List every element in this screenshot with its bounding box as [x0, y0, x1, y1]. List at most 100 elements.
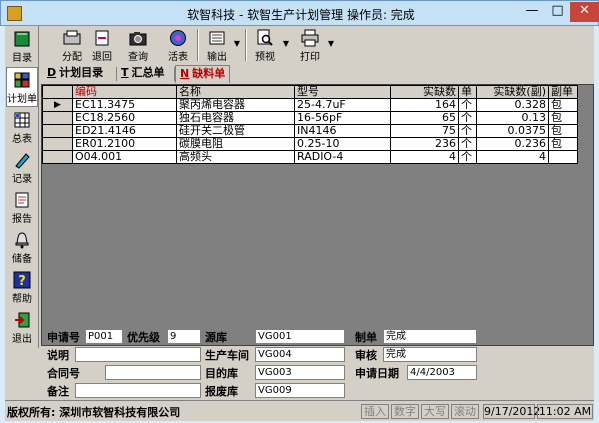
cell-code[interactable]: ER01.2100	[72, 137, 177, 151]
cell-name[interactable]: 碳膜电阻	[176, 137, 295, 151]
column-header-shortage[interactable]: 实缺数	[390, 85, 459, 99]
cell-unit[interactable]: 个	[458, 150, 477, 164]
nav-plan[interactable]: 计划单	[6, 67, 38, 107]
cell-model[interactable]: 16-56pF	[294, 111, 391, 125]
cell-shortage-secondary[interactable]: 0.13	[476, 111, 549, 125]
export-dropdown-icon[interactable]: ▼	[232, 30, 242, 58]
auditor-field[interactable]: 完成	[383, 347, 477, 362]
table-row[interactable]: O04.001 高频头 RADIO-4 4 个 4	[42, 150, 578, 164]
cell-unit[interactable]: 个	[458, 98, 477, 112]
cell-model[interactable]: 0.25-10	[294, 137, 391, 151]
svg-text:?: ?	[18, 274, 26, 289]
cell-shortage-secondary[interactable]: 0.236	[476, 137, 549, 151]
table-row[interactable]: EC18.2560 独石电容器 16-56pF 65 个 0.13 包	[42, 111, 578, 125]
minimize-button[interactable]: —	[519, 2, 545, 22]
cell-name[interactable]: 硅开关二极管	[176, 124, 295, 138]
cell-unit[interactable]: 个	[458, 111, 477, 125]
export-button[interactable]: 输出	[203, 28, 231, 63]
cell-secondary-unit[interactable]: 包	[548, 111, 578, 125]
tab-summary-key: T	[121, 66, 129, 79]
activate-button[interactable]: 活表	[164, 28, 192, 63]
cell-code[interactable]: ED21.4146	[72, 124, 177, 138]
table-row[interactable]: ED21.4146 硅开关二极管 IN4146 75 个 0.0375 包	[42, 124, 578, 138]
dest-field[interactable]: VG003	[255, 365, 345, 380]
req-no-field[interactable]: P001	[85, 329, 123, 344]
cell-model[interactable]: RADIO-4	[294, 150, 391, 164]
cell-name[interactable]: 高频头	[176, 150, 295, 164]
table-row[interactable]: ER01.2100 碳膜电阻 0.25-10 236 个 0.236 包	[42, 137, 578, 151]
nav-catalog[interactable]: 目录	[6, 27, 38, 67]
tab-plan-catalog-label: 计划目录	[59, 66, 104, 79]
nav-reserve-label: 储备	[12, 254, 32, 265]
nav-reserve[interactable]: 储备	[6, 228, 38, 268]
row-selector[interactable]	[42, 150, 73, 164]
cell-secondary-unit[interactable]	[548, 150, 578, 164]
date-field[interactable]: 4/4/2003	[407, 365, 477, 380]
cell-shortage-secondary[interactable]: 4	[476, 150, 549, 164]
maker-field[interactable]: 完成	[383, 329, 477, 344]
allocate-button[interactable]: 分配	[58, 28, 86, 63]
cell-shortage[interactable]: 164	[390, 98, 459, 112]
preview-button[interactable]: 预视	[251, 28, 279, 63]
maker-label: 制单	[355, 331, 377, 344]
remark-field[interactable]	[75, 383, 201, 398]
cell-code[interactable]: EC11.3475	[72, 98, 177, 112]
column-header-model[interactable]: 型号	[294, 85, 391, 99]
row-selector[interactable]	[42, 137, 73, 151]
column-header-unit[interactable]: 单	[458, 85, 477, 99]
cell-unit[interactable]: 个	[458, 124, 477, 138]
scrap-field[interactable]: VG009	[255, 383, 345, 398]
cell-code[interactable]: EC18.2560	[72, 111, 177, 125]
table-row[interactable]: ▶ EC11.3475 聚丙烯电容器 25-4.7uF 164 个 0.328 …	[42, 98, 578, 112]
cell-code[interactable]: O04.001	[72, 150, 177, 164]
nav-record[interactable]: 记录	[6, 148, 38, 188]
print-button[interactable]: 打印	[296, 28, 324, 63]
magnifier-icon	[257, 29, 273, 46]
cell-shortage[interactable]: 4	[390, 150, 459, 164]
note-field[interactable]	[75, 347, 201, 362]
return-button[interactable]: 退回	[88, 28, 116, 63]
tab-plan-catalog[interactable]: D 计划目录	[43, 65, 107, 83]
row-selector[interactable]	[42, 111, 73, 125]
column-header-shortage-secondary[interactable]: 实缺数(副)	[476, 85, 549, 99]
cell-secondary-unit[interactable]: 包	[548, 137, 578, 151]
nav-report[interactable]: 报告	[6, 188, 38, 228]
shortage-table: 编码 名称 型号 实缺数 单 实缺数(副) 副单 ▶ EC11.3475 聚丙烯…	[42, 85, 578, 164]
workshop-field[interactable]: VG004	[255, 347, 345, 362]
cell-secondary-unit[interactable]: 包	[548, 124, 578, 138]
cell-model[interactable]: IN4146	[294, 124, 391, 138]
cell-unit[interactable]: 个	[458, 137, 477, 151]
cell-name[interactable]: 独石电容器	[176, 111, 295, 125]
cell-shortage[interactable]: 75	[390, 124, 459, 138]
workshop-label: 生产车间	[205, 349, 249, 362]
preview-dropdown-icon[interactable]: ▼	[281, 30, 291, 58]
app-icon	[7, 6, 22, 21]
cell-shortage-secondary[interactable]: 0.328	[476, 98, 549, 112]
priority-field[interactable]: 9	[167, 329, 201, 344]
column-header-name[interactable]: 名称	[176, 85, 295, 99]
nav-summary[interactable]: 总表	[6, 108, 38, 148]
tab-summary[interactable]: T 汇总单	[117, 65, 169, 83]
cell-name[interactable]: 聚丙烯电容器	[176, 98, 295, 112]
cell-model[interactable]: 25-4.7uF	[294, 98, 391, 112]
tab-summary-label: 汇总单	[131, 66, 165, 79]
print-dropdown-icon[interactable]: ▼	[326, 30, 336, 58]
row-selector[interactable]	[42, 124, 73, 138]
maximize-button[interactable]: □	[545, 2, 570, 22]
cell-shortage[interactable]: 236	[390, 137, 459, 151]
req-no-label: 申请号	[47, 331, 80, 344]
query-button[interactable]: 查询	[124, 28, 152, 63]
column-header-code[interactable]: 编码	[72, 85, 177, 99]
cell-shortage[interactable]: 65	[390, 111, 459, 125]
cell-shortage-secondary[interactable]: 0.0375	[476, 124, 549, 138]
column-header-secondary-unit[interactable]: 副单	[548, 85, 578, 99]
contract-field[interactable]	[105, 365, 201, 380]
source-field[interactable]: VG001	[255, 329, 345, 344]
row-selector-icon[interactable]: ▶	[42, 98, 73, 112]
title-bar: 软智科技 - 软智生产计划管理 操作员: 完成 — □ ✕	[0, 0, 599, 26]
cell-secondary-unit[interactable]: 包	[548, 98, 578, 112]
tab-shortage[interactable]: N 缺料单	[175, 65, 231, 83]
nav-exit[interactable]: 退出	[6, 308, 38, 348]
close-button[interactable]: ✕	[570, 2, 599, 22]
nav-help[interactable]: ? 帮助	[6, 268, 38, 308]
